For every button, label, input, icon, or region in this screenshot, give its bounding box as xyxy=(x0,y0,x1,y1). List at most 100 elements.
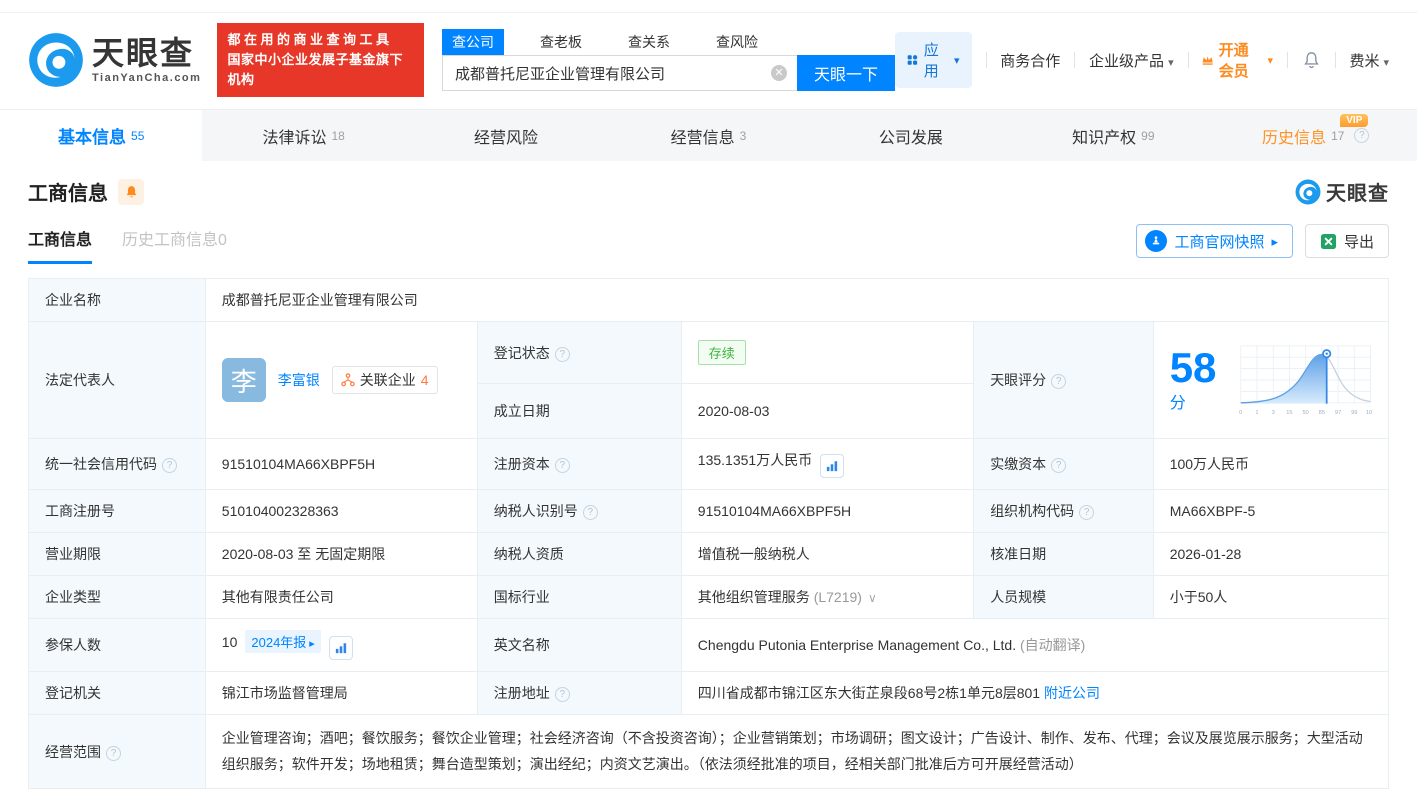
auto-translate-note: (自动翻译) xyxy=(1020,637,1086,654)
table-row: 参保人数 10 2024年报 英文名称 Chengdu Putonia Enter… xyxy=(28,618,1390,673)
tab-legal-proceedings[interactable]: 法律诉讼 18 xyxy=(202,110,404,161)
search-tab-boss[interactable]: 查老板 xyxy=(530,29,592,55)
section-title: 工商信息 xyxy=(28,183,108,206)
enterprise-products-menu[interactable]: 企业级产品 xyxy=(1089,50,1174,71)
tab-label: 历史信息 xyxy=(1262,129,1327,147)
svg-text:99: 99 xyxy=(1351,411,1357,417)
approval-date-label: 核准日期 xyxy=(973,532,1154,577)
score-value: 58 xyxy=(1169,344,1217,392)
subscribe-bell-button[interactable] xyxy=(118,178,144,205)
search-area: 查公司 查老板 查关系 查风险 天眼一下 xyxy=(442,29,896,92)
insured-label: 参保人数 xyxy=(28,618,206,673)
apps-menu[interactable]: 应用 xyxy=(895,32,972,89)
watermark-logo-text: 天眼查 xyxy=(1326,183,1389,206)
annual-report-badge[interactable]: 2024年报 xyxy=(245,630,321,654)
table-row: 企业类型 其他有限责任公司 国标行业 其他组织管理服务 (L7219) 人员规模… xyxy=(28,575,1390,620)
address-label: 注册地址 xyxy=(476,671,682,716)
search-tabs: 查公司 查老板 查关系 查风险 xyxy=(442,29,895,56)
english-name-value: Chengdu Putonia Enterprise Management Co… xyxy=(697,637,1017,654)
industry-cell[interactable]: 其他组织管理服务 (L7219) xyxy=(680,575,975,620)
legal-rep-link[interactable]: 李富银 xyxy=(278,370,320,390)
legal-rep-avatar[interactable]: 李 xyxy=(221,358,266,403)
bell-icon xyxy=(1304,52,1319,69)
tab-count: 3 xyxy=(739,128,747,143)
reg-capital-value: 135.1351万人民币 xyxy=(697,452,813,469)
reg-number-value: 510104002328363 xyxy=(204,489,478,534)
header-right-nav: 应用 商务合作 企业级产品 开通会员 费米 xyxy=(895,32,1389,89)
search-input[interactable] xyxy=(442,55,798,92)
tab-label: 基本信息 xyxy=(58,128,127,148)
help-icon[interactable] xyxy=(1051,374,1067,390)
related-companies-badge[interactable]: 关联企业 4 xyxy=(331,366,438,395)
industry-code: (L7219) xyxy=(814,589,877,605)
help-icon[interactable] xyxy=(554,687,570,703)
tianyancha-logo[interactable]: 天眼查 TianYanCha.com xyxy=(28,32,201,88)
bar-chart-icon xyxy=(335,643,346,654)
watermark-logo: 天眼查 xyxy=(1295,177,1389,206)
related-label: 关联企业 xyxy=(359,372,416,389)
reg-authority-label: 登记机关 xyxy=(28,671,206,716)
tab-operating-risk[interactable]: 经营风险 xyxy=(405,110,607,161)
status-badge: 存续 xyxy=(697,340,746,366)
subtab-history-business-info[interactable]: 历史工商信息0 xyxy=(122,226,227,264)
crown-icon xyxy=(1202,55,1214,65)
help-icon[interactable] xyxy=(162,458,177,474)
svg-text:50: 50 xyxy=(1302,411,1308,417)
legal-rep-cell: 李 李富银 关联企业 4 xyxy=(204,321,478,440)
est-date-label: 成立日期 xyxy=(476,383,682,440)
brand-slogan: 都在用的商业查询工具 国家中小企业发展子基金旗下机构 xyxy=(217,23,425,98)
company-name-value: 成都普托尼亚企业管理有限公司 xyxy=(204,278,1390,323)
business-cooperation-link[interactable]: 商务合作 xyxy=(1000,50,1060,71)
tab-label: 法律诉讼 xyxy=(262,129,327,147)
help-icon[interactable] xyxy=(1354,128,1370,144)
search-button[interactable]: 天眼一下 xyxy=(797,55,896,92)
header: 天眼查 TianYanCha.com 都在用的商业查询工具 国家中小企业发展子基… xyxy=(0,13,1417,109)
svg-text:0: 0 xyxy=(1239,411,1242,417)
business-info-table: 企业名称 成都普托尼亚企业管理有限公司 法定代表人 李 李富银 关联企业 4 登… xyxy=(28,278,1390,789)
export-button[interactable]: 导出 xyxy=(1304,224,1389,259)
help-icon[interactable] xyxy=(1051,458,1067,474)
export-label: 导出 xyxy=(1343,233,1374,251)
taxpayer-quality-label: 纳税人资质 xyxy=(476,532,682,577)
industry-value: 其他组织管理服务 xyxy=(697,589,810,606)
tab-history-info[interactable]: VIP 历史信息 17 xyxy=(1215,110,1417,161)
vip-membership-menu[interactable]: 开通会员 xyxy=(1202,39,1273,81)
tab-company-development[interactable]: 公司发展 xyxy=(810,110,1012,161)
tab-basic-info[interactable]: 基本信息 55 xyxy=(0,110,203,162)
nearby-companies-link[interactable]: 附近公司 xyxy=(1044,685,1100,701)
org-code-label: 组织机构代码 xyxy=(973,489,1154,534)
est-date-value: 2020-08-03 xyxy=(680,383,975,440)
help-icon[interactable] xyxy=(554,346,570,362)
help-icon[interactable] xyxy=(582,505,598,521)
table-row: 营业期限 2020-08-03 至 无固定期限 纳税人资质 增值税一般纳税人 核… xyxy=(28,532,1390,577)
excel-icon xyxy=(1320,233,1337,249)
subtab-business-info[interactable]: 工商信息 xyxy=(28,226,93,265)
score-distribution-chart: 0 1 3 15 50 85 97 99 100 xyxy=(1239,345,1372,417)
svg-text:1: 1 xyxy=(1255,411,1258,417)
capital-trend-button[interactable] xyxy=(820,454,845,479)
help-icon[interactable] xyxy=(1079,505,1095,521)
help-icon[interactable] xyxy=(554,458,570,474)
business-term-label: 营业期限 xyxy=(28,532,206,577)
industry-label: 国标行业 xyxy=(476,575,682,620)
insured-trend-button[interactable] xyxy=(328,636,353,661)
svg-text:100: 100 xyxy=(1365,411,1372,417)
address-value: 四川省成都市锦江区东大街芷泉段68号2栋1单元8层801 xyxy=(697,685,1041,702)
search-tab-company[interactable]: 查公司 xyxy=(442,29,505,56)
score-unit: 分 xyxy=(1169,395,1186,413)
tab-intellectual-property[interactable]: 知识产权 99 xyxy=(1012,110,1214,161)
tab-operating-info[interactable]: 经营信息 3 xyxy=(607,110,809,161)
help-icon[interactable] xyxy=(106,745,121,761)
official-snapshot-button[interactable]: 工商官网快照 xyxy=(1136,224,1293,259)
user-menu[interactable]: 费米 xyxy=(1349,50,1389,71)
apps-grid-icon xyxy=(907,55,918,65)
tab-label: 经营风险 xyxy=(474,129,539,147)
svg-text:15: 15 xyxy=(1286,411,1292,417)
svg-text:85: 85 xyxy=(1318,411,1324,417)
search-tab-relation[interactable]: 查关系 xyxy=(618,29,680,55)
search-tab-risk[interactable]: 查风险 xyxy=(706,29,768,55)
credit-code-label: 统一社会信用代码 xyxy=(28,438,206,491)
svg-text:97: 97 xyxy=(1335,411,1341,417)
business-scope-label: 经营范围 xyxy=(28,714,206,789)
notifications-button[interactable] xyxy=(1302,50,1321,70)
